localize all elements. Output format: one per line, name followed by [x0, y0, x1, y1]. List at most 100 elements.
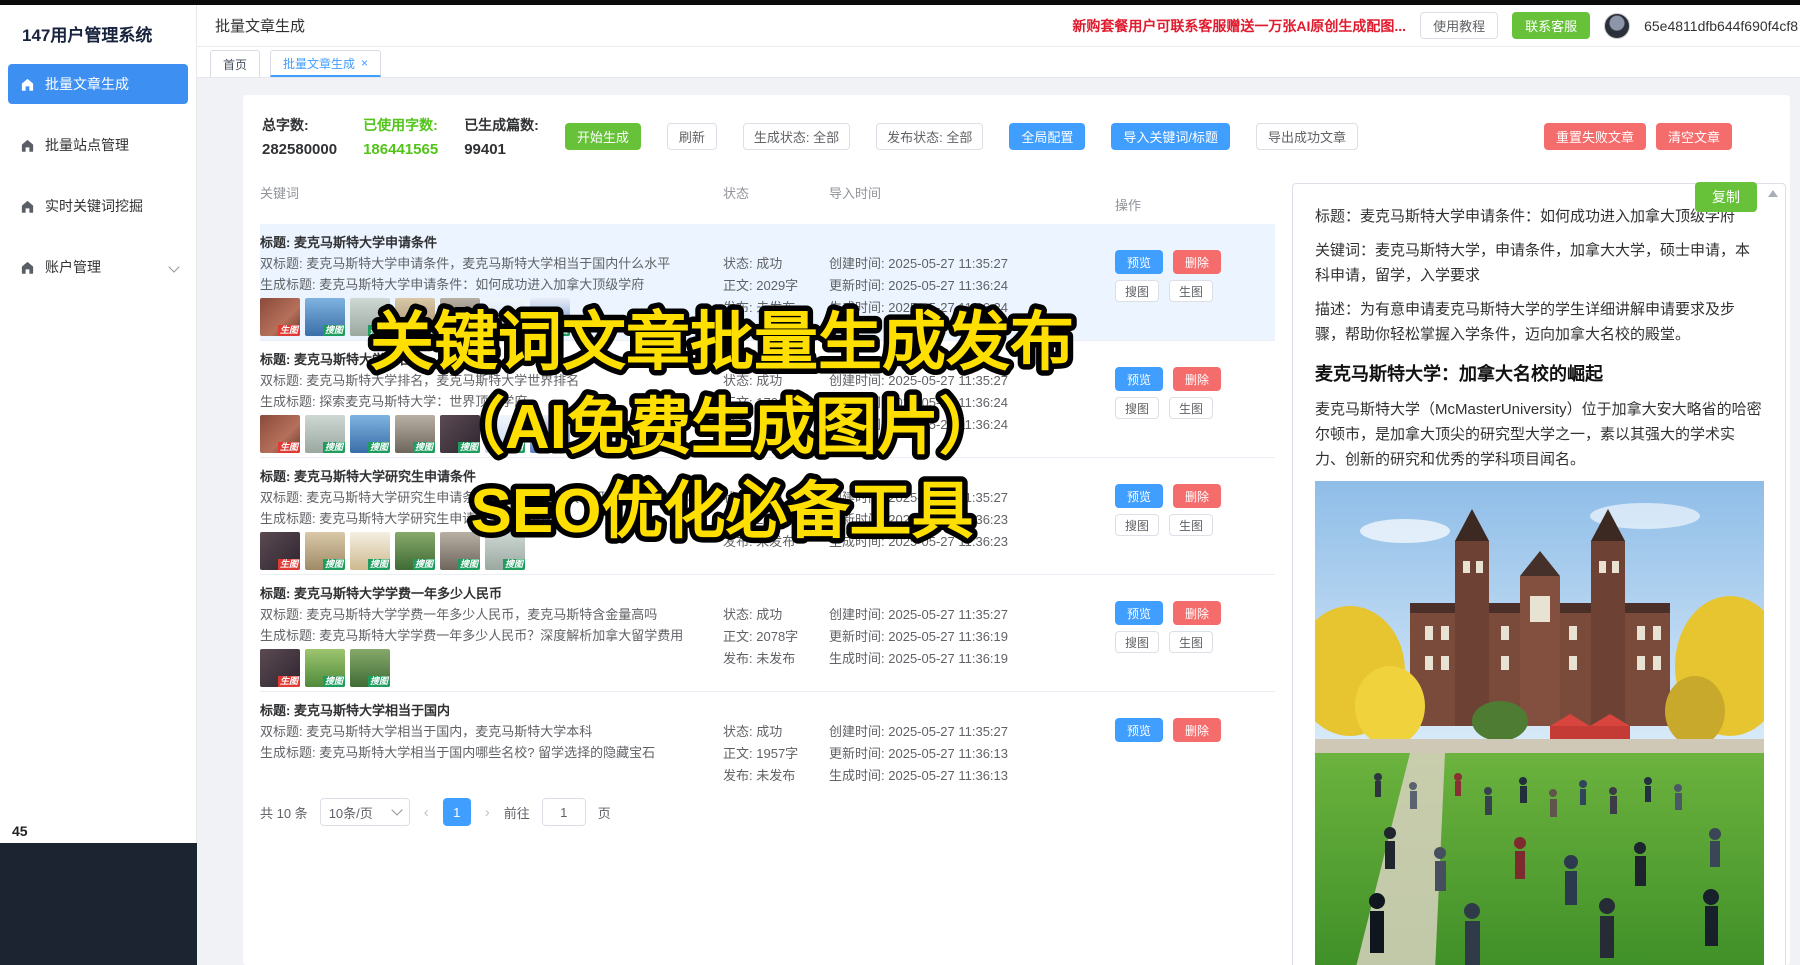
chevron-down-icon: [168, 261, 179, 272]
article-thumbnail[interactable]: 搜图: [305, 532, 345, 570]
action-cell: 预览 删除 搜图 生图: [1115, 466, 1255, 570]
article-thumbnail[interactable]: 搜图: [350, 649, 390, 687]
user-id: 65e4811dfb644f690f4cf8: [1644, 18, 1798, 34]
generate-image-button[interactable]: 生图: [1169, 280, 1213, 302]
table-row[interactable]: 标题: 麦克马斯特大学排名 双标题: 麦克马斯特大学排名，麦克马斯特大学世界排名…: [260, 341, 1275, 458]
article-thumbnail[interactable]: 生图: [260, 532, 300, 570]
status-cell: 状态: 成功 正文: 2115字 发布: 未发布: [723, 487, 819, 570]
delete-button[interactable]: 删除: [1173, 718, 1221, 742]
article-thumbnail[interactable]: 搜图: [440, 298, 480, 336]
search-image-button[interactable]: 搜图: [1115, 514, 1159, 536]
reset-failed-button[interactable]: 重置失败文章: [1544, 123, 1646, 150]
page-title: 批量文章生成: [215, 15, 305, 36]
tab-home[interactable]: 首页: [210, 50, 260, 77]
article-thumbnail[interactable]: 搜图: [305, 415, 345, 453]
article-dual-title: 双标题: 麦克马斯特大学研究生申请条件，麦克马斯特大学研究生容易申请吗: [260, 487, 708, 508]
tutorial-button[interactable]: 使用教程: [1420, 12, 1498, 39]
table-row[interactable]: 标题: 麦克马斯特大学研究生申请条件 双标题: 麦克马斯特大学研究生申请条件，麦…: [260, 458, 1275, 575]
generate-image-button[interactable]: 生图: [1169, 631, 1213, 653]
article-thumbnail[interactable]: 搜图: [350, 298, 390, 336]
article-thumbnail[interactable]: 搜图: [305, 649, 345, 687]
generate-status-select[interactable]: 生成状态: 全部: [743, 123, 850, 150]
copy-button[interactable]: 复制: [1695, 182, 1757, 212]
delete-button[interactable]: 删除: [1173, 367, 1221, 391]
thumbnail-strip: 生图 搜图 搜图 搜图 搜图 搜图 搜图: [260, 415, 708, 453]
search-image-button[interactable]: 搜图: [1115, 280, 1159, 302]
article-thumbnail[interactable]: 搜图: [395, 415, 435, 453]
refresh-button[interactable]: 刷新: [667, 123, 717, 150]
page-size-select[interactable]: 10条/页: [320, 798, 410, 826]
sidebar-item-keyword-mining[interactable]: 实时关键词挖掘: [8, 186, 188, 226]
search-image-button[interactable]: 搜图: [1115, 397, 1159, 419]
total-count: 共 10 条: [260, 803, 308, 822]
avatar[interactable]: [1604, 13, 1630, 39]
article-dual-title: 双标题: 麦克马斯特大学排名，麦克马斯特大学世界排名: [260, 370, 708, 391]
preview-button[interactable]: 预览: [1115, 367, 1163, 391]
preview-body: 麦克马斯特大学（McMasterUniversity）位于加拿大安大略省的哈密尔…: [1315, 397, 1763, 472]
clear-articles-button[interactable]: 清空文章: [1656, 123, 1732, 150]
publish-status-select[interactable]: 发布状态: 全部: [876, 123, 983, 150]
generate-image-button[interactable]: 生图: [1169, 514, 1213, 536]
preview-button[interactable]: 预览: [1115, 601, 1163, 625]
preview-button[interactable]: 预览: [1115, 250, 1163, 274]
announcement-marquee[interactable]: 新购套餐用户可联系客服赠送一万张AI原创生成配图...: [1072, 16, 1406, 36]
table-row[interactable]: 标题: 麦克马斯特大学相当于国内 双标题: 麦克马斯特大学相当于国内，麦克马斯特…: [260, 692, 1275, 784]
delete-button[interactable]: 删除: [1173, 484, 1221, 508]
article-thumbnail[interactable]: 搜图: [530, 415, 570, 453]
article-thumbnail[interactable]: 搜图: [305, 298, 345, 336]
article-thumbnail[interactable]: 搜图: [350, 532, 390, 570]
contact-support-button[interactable]: 联系客服: [1512, 12, 1590, 39]
sidebar-item-account[interactable]: 账户管理: [8, 247, 188, 287]
article-thumbnail[interactable]: 搜图: [440, 532, 480, 570]
table-row[interactable]: 标题: 麦克马斯特大学申请条件 双标题: 麦克马斯特大学申请条件，麦克马斯特大学…: [260, 224, 1275, 341]
goto-page-input[interactable]: [542, 798, 586, 826]
next-page-button[interactable]: ›: [483, 804, 492, 821]
generate-image-button[interactable]: 生图: [1169, 397, 1213, 419]
article-thumbnail[interactable]: 搜图: [395, 532, 435, 570]
close-icon[interactable]: ×: [361, 56, 368, 70]
col-action: 操作: [1115, 183, 1255, 214]
start-generate-button[interactable]: 开始生成: [565, 123, 641, 150]
campus-photo: [1315, 481, 1764, 965]
article-thumbnail[interactable]: 生图: [260, 415, 300, 453]
article-thumbnail[interactable]: 搜图: [440, 415, 480, 453]
article-thumbnail[interactable]: 搜图: [485, 298, 525, 336]
article-thumbnail[interactable]: 搜图: [485, 415, 525, 453]
thumbnail-strip: 生图 搜图 搜图 搜图 搜图 搜图 搜图: [260, 298, 708, 336]
article-thumbnail[interactable]: 搜图: [350, 415, 390, 453]
preview-keywords: 关键词：麦克马斯特大学，申请条件，加拿大大学，硕士申请，本科申请，留学，入学要求: [1315, 238, 1763, 288]
pagination: 共 10 条 10条/页 ‹ 1 › 前往 页: [260, 784, 1275, 826]
sidebar-item-batch-site[interactable]: 批量站点管理: [8, 125, 188, 165]
preview-panel: 标题：麦克马斯特大学申请条件：如何成功进入加拿大顶级学府 关键词：麦克马斯特大学…: [1292, 183, 1786, 965]
tab-bar: 首页 批量文章生成 ×: [197, 47, 1800, 78]
article-thumbnail[interactable]: 搜图: [530, 298, 570, 336]
search-image-button[interactable]: 搜图: [1115, 631, 1159, 653]
article-gen-title: 生成标题: 麦克马斯特大学申请条件：如何成功进入加拿大顶级学府: [260, 274, 708, 295]
table-row[interactable]: 标题: 麦克马斯特大学学费一年多少人民币 双标题: 麦克马斯特大学学费一年多少人…: [260, 575, 1275, 692]
tab-batch-article[interactable]: 批量文章生成 ×: [270, 50, 381, 77]
import-keywords-button[interactable]: 导入关键词/标题: [1111, 123, 1230, 150]
home-icon: [20, 138, 35, 153]
preview-button[interactable]: 预览: [1115, 718, 1163, 742]
page-number[interactable]: 1: [443, 798, 471, 826]
delete-button[interactable]: 删除: [1173, 250, 1221, 274]
sidebar-item-label: 账户管理: [45, 257, 101, 277]
scroll-up-icon[interactable]: [1768, 190, 1778, 197]
stat-generated-count: 已生成篇数: 99401: [464, 115, 539, 158]
article-thumbnail[interactable]: 搜图: [485, 532, 525, 570]
article-thumbnail[interactable]: 生图: [260, 649, 300, 687]
export-success-button[interactable]: 导出成功文章: [1256, 123, 1358, 150]
global-config-button[interactable]: 全局配置: [1009, 123, 1085, 150]
preview-description: 描述：为有意申请麦克马斯特大学的学生详细讲解申请要求及步骤，帮助你轻松掌握入学条…: [1315, 297, 1763, 347]
preview-button[interactable]: 预览: [1115, 484, 1163, 508]
article-gen-title: 生成标题: 麦克马斯特大学研究生申请条件与申请攻略: [260, 508, 708, 529]
article-thumbnail[interactable]: 搜图: [395, 298, 435, 336]
article-thumbnail[interactable]: 生图: [260, 298, 300, 336]
article-dual-title: 双标题: 麦克马斯特大学学费一年多少人民币，麦克马斯特含金量高吗: [260, 604, 708, 625]
article-title: 标题: 麦克马斯特大学排名: [260, 349, 708, 370]
time-cell: 创建时间: 2025-05-27 11:35:27 更新时间: 2025-05-…: [829, 721, 1105, 784]
sidebar-item-batch-article[interactable]: 批量文章生成: [8, 64, 188, 104]
sidebar-item-label: 实时关键词挖掘: [45, 196, 143, 216]
delete-button[interactable]: 删除: [1173, 601, 1221, 625]
prev-page-button[interactable]: ‹: [422, 804, 431, 821]
